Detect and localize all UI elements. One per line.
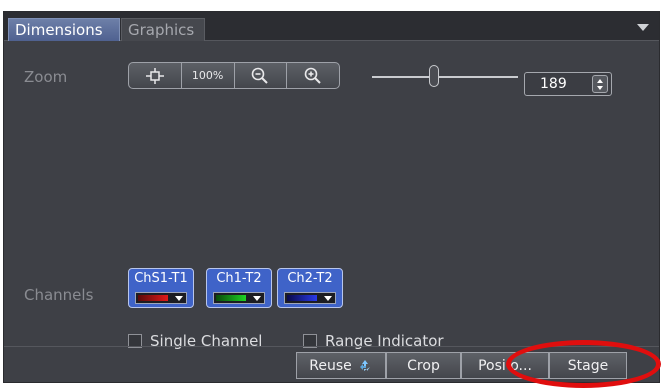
zoom-spinner-arrows-icon[interactable] <box>592 75 608 93</box>
zoom-value-spinbox[interactable]: 189 <box>524 72 612 96</box>
crop-label: Crop <box>407 357 440 374</box>
single-channel-label: Single Channel <box>150 332 263 350</box>
color-swatch <box>216 295 246 301</box>
channel-button-chs1-t1[interactable]: ChS1-T1 <box>128 268 194 308</box>
panel-menu-dropdown-icon[interactable] <box>637 24 649 31</box>
recycle-icon <box>359 359 370 371</box>
zoom-slider-track[interactable] <box>372 76 518 78</box>
chevron-down-icon <box>324 296 332 301</box>
stage-highlight-annotation <box>506 340 661 388</box>
zoom-in-icon <box>304 67 321 84</box>
zoom-out-icon <box>252 67 269 84</box>
channel-color-dropdown[interactable] <box>135 292 187 304</box>
zoom-button-group: 100% <box>128 62 340 89</box>
fit-to-window-icon <box>145 67 164 84</box>
zoom-value[interactable]: 189 <box>540 76 567 92</box>
chevron-down-icon <box>253 296 261 301</box>
tab-graphics[interactable]: Graphics <box>121 18 205 41</box>
reuse-button[interactable]: Reuse <box>296 352 386 379</box>
channel-label: ChS1-T1 <box>134 271 188 286</box>
channel-color-dropdown[interactable] <box>284 292 336 304</box>
channel-label: Ch2-T2 <box>287 271 333 286</box>
zoom-slider-thumb[interactable] <box>429 65 439 87</box>
zoom-in-button[interactable] <box>287 63 339 88</box>
range-indicator-option[interactable]: Range Indicator <box>303 332 444 350</box>
zoom-out-button[interactable] <box>235 63 288 88</box>
crop-button[interactable]: Crop <box>386 352 461 379</box>
color-swatch <box>287 295 317 301</box>
zoom-label: Zoom <box>24 68 68 86</box>
channel-label: Ch1-T2 <box>216 271 262 286</box>
tab-dimensions[interactable]: Dimensions <box>8 18 120 41</box>
zoom-100-label: 100% <box>191 69 224 82</box>
zoom-100-button[interactable]: 100% <box>182 63 235 88</box>
fit-to-window-button[interactable] <box>129 63 182 88</box>
single-channel-option[interactable]: Single Channel <box>128 332 262 350</box>
color-swatch <box>138 295 168 301</box>
channel-button-ch2-t2[interactable]: Ch2-T2 <box>277 268 343 308</box>
channel-button-ch1-t2[interactable]: Ch1-T2 <box>206 268 272 308</box>
reuse-label: Reuse <box>309 357 352 374</box>
channels-label: Channels <box>24 286 94 304</box>
tab-bar: Dimensions Graphics <box>4 12 659 41</box>
range-indicator-label: Range Indicator <box>325 332 444 350</box>
dimensions-panel: Dimensions Graphics Zoom 100% 189 Channe… <box>3 11 660 383</box>
channel-color-dropdown[interactable] <box>213 292 265 304</box>
chevron-down-icon <box>175 296 183 301</box>
